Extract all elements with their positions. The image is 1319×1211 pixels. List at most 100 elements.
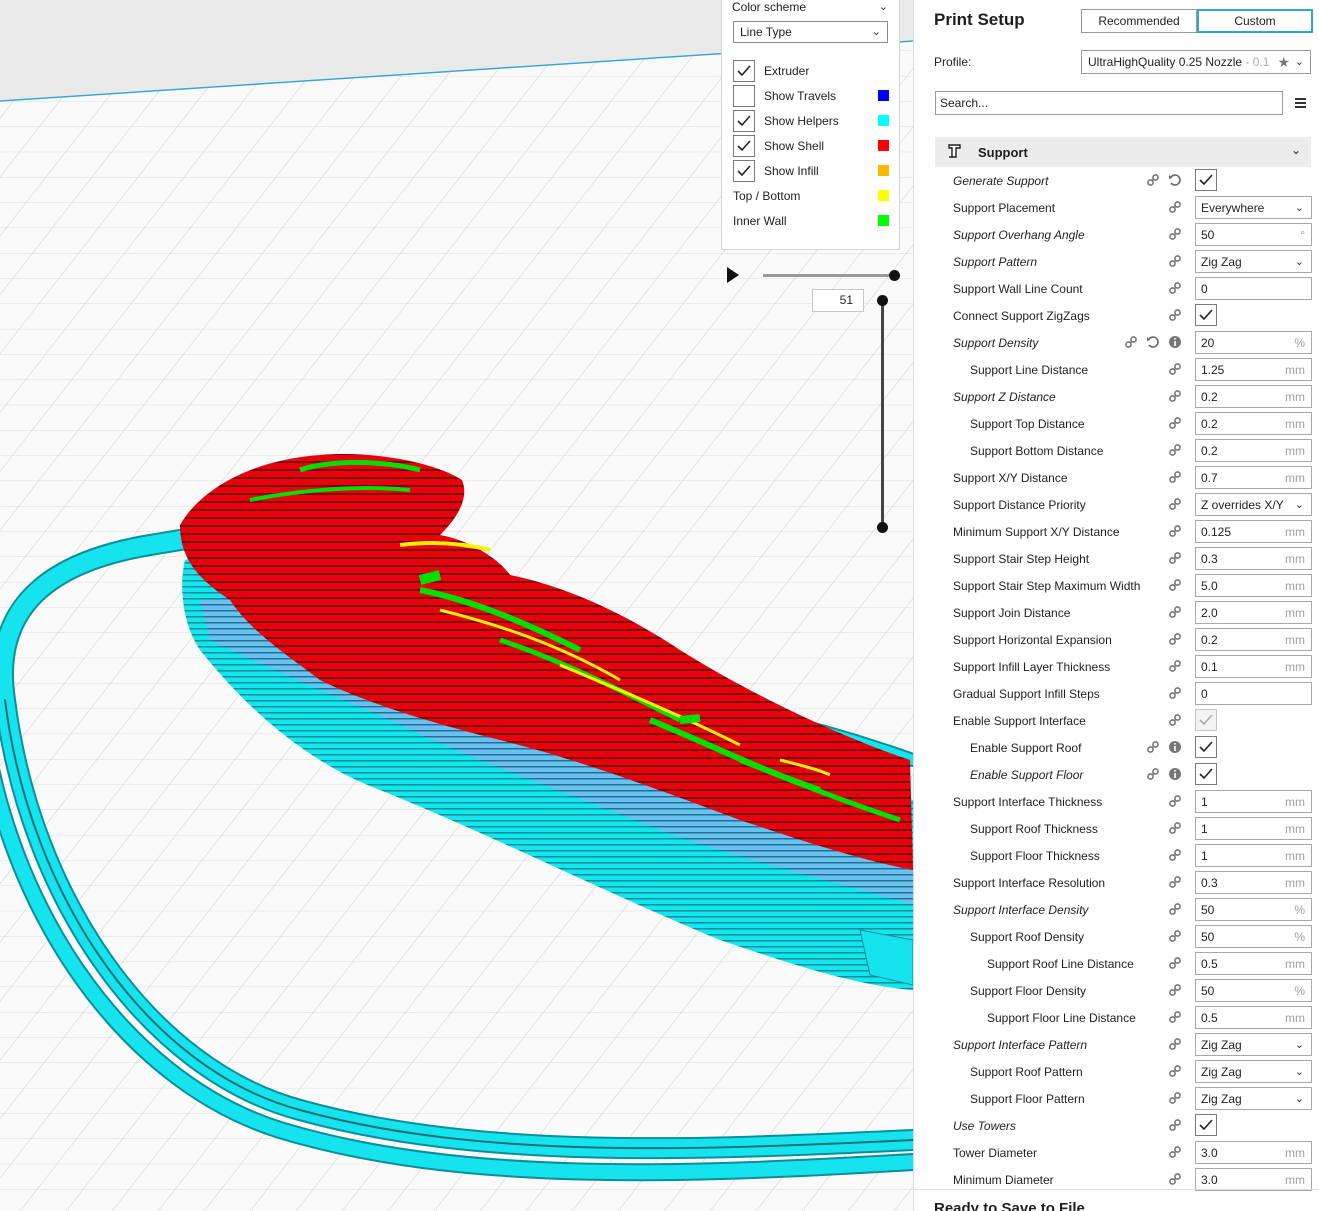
- support-distance-priority-select[interactable]: Z overrides X/Y ⌄: [1195, 493, 1312, 516]
- support-floor-density-input[interactable]: 50%: [1195, 979, 1312, 1002]
- reset-icon[interactable]: [1168, 173, 1182, 187]
- support-roof-line-distance-input[interactable]: 0.5 mm: [1195, 952, 1312, 975]
- support-join-distance-input[interactable]: 2.0 mm: [1195, 601, 1312, 624]
- layer-slider-top-handle[interactable]: [877, 295, 888, 306]
- link-icon[interactable]: [1168, 1118, 1182, 1132]
- minimum-diameter-input[interactable]: 3.0 mm: [1195, 1168, 1312, 1191]
- view-option-extruder[interactable]: Extruder: [733, 60, 889, 82]
- support-stair-step-height-input[interactable]: 0.3 mm: [1195, 547, 1312, 570]
- support-placement-select[interactable]: Everywhere ⌄: [1195, 196, 1312, 219]
- link-icon[interactable]: [1168, 470, 1182, 484]
- link-icon[interactable]: [1168, 1010, 1182, 1024]
- support-wall-line-count-input[interactable]: 0: [1195, 277, 1312, 300]
- line-type-select[interactable]: Line Type ⌄: [733, 21, 888, 43]
- support-floor-pattern-select[interactable]: Zig Zag ⌄: [1195, 1087, 1312, 1110]
- play-simulation-button[interactable]: [727, 267, 739, 283]
- connect-support-zigzags-checkbox[interactable]: [1195, 304, 1217, 326]
- support-roof-thickness-input[interactable]: 1 mm: [1195, 817, 1312, 840]
- settings-search-input[interactable]: [935, 91, 1283, 115]
- link-icon[interactable]: [1168, 875, 1182, 889]
- view-option-checkbox[interactable]: [733, 110, 755, 132]
- link-icon[interactable]: [1168, 416, 1182, 430]
- view-option-checkbox[interactable]: [733, 60, 755, 82]
- support-bottom-distance-input[interactable]: 0.2 mm: [1195, 439, 1312, 462]
- path-slider-handle[interactable]: [889, 270, 900, 281]
- support-interface-density-input[interactable]: 50%: [1195, 898, 1312, 921]
- link-icon[interactable]: [1124, 335, 1138, 349]
- link-icon[interactable]: [1146, 173, 1160, 187]
- link-icon[interactable]: [1168, 713, 1182, 727]
- link-icon[interactable]: [1168, 497, 1182, 511]
- support-horizontal-expansion-input[interactable]: 0.2 mm: [1195, 628, 1312, 651]
- link-icon[interactable]: [1168, 1145, 1182, 1159]
- link-icon[interactable]: [1168, 605, 1182, 619]
- link-icon[interactable]: [1168, 443, 1182, 457]
- support-floor-line-distance-input[interactable]: 0.5 mm: [1195, 1006, 1312, 1029]
- link-icon[interactable]: [1146, 740, 1160, 754]
- link-icon[interactable]: [1168, 821, 1182, 835]
- profile-select[interactable]: UltraHighQuality 0.25 Nozzle - 0.1 ★ ⌄: [1081, 50, 1311, 74]
- layer-number-input[interactable]: 51: [812, 289, 864, 312]
- link-icon[interactable]: [1168, 551, 1182, 565]
- support-overhang-angle-input[interactable]: 50 °: [1195, 223, 1312, 246]
- support-stair-step-maximum-width-input[interactable]: 5.0 mm: [1195, 574, 1312, 597]
- hamburger-menu-icon[interactable]: [1295, 98, 1306, 110]
- tower-diameter-input[interactable]: 3.0 mm: [1195, 1141, 1312, 1164]
- recommended-mode-button[interactable]: Recommended: [1081, 9, 1197, 33]
- support-interface-resolution-input[interactable]: 0.3 mm: [1195, 871, 1312, 894]
- view-option-show-infill[interactable]: Show Infill: [733, 160, 889, 182]
- link-icon[interactable]: [1168, 632, 1182, 646]
- support-category-header[interactable]: Support ⌄: [935, 137, 1311, 167]
- link-icon[interactable]: [1168, 686, 1182, 700]
- link-icon[interactable]: [1168, 929, 1182, 943]
- color-scheme-label[interactable]: Color scheme ⌄: [726, 0, 894, 19]
- support-line-distance-input[interactable]: 1.25 mm: [1195, 358, 1312, 381]
- support-roof-density-input[interactable]: 50%: [1195, 925, 1312, 948]
- use-towers-checkbox[interactable]: [1195, 1114, 1217, 1136]
- link-icon[interactable]: [1168, 389, 1182, 403]
- link-icon[interactable]: [1168, 578, 1182, 592]
- support-infill-layer-thickness-input[interactable]: 0.1 mm: [1195, 655, 1312, 678]
- layer-slider-bottom-handle[interactable]: [877, 522, 888, 533]
- link-icon[interactable]: [1168, 254, 1182, 268]
- layer-slider[interactable]: [877, 295, 888, 533]
- generate-support-checkbox[interactable]: [1195, 169, 1217, 191]
- link-icon[interactable]: [1168, 956, 1182, 970]
- view-option-show-helpers[interactable]: Show Helpers: [733, 110, 889, 132]
- support-roof-pattern-select[interactable]: Zig Zag ⌄: [1195, 1060, 1312, 1083]
- link-icon[interactable]: [1146, 767, 1160, 781]
- info-icon[interactable]: [1168, 335, 1182, 349]
- link-icon[interactable]: [1168, 1091, 1182, 1105]
- link-icon[interactable]: [1168, 1037, 1182, 1051]
- support-z-distance-input[interactable]: 0.2 mm: [1195, 385, 1312, 408]
- link-icon[interactable]: [1168, 794, 1182, 808]
- link-icon[interactable]: [1168, 281, 1182, 295]
- reset-icon[interactable]: [1146, 335, 1160, 349]
- link-icon[interactable]: [1168, 227, 1182, 241]
- support-interface-thickness-input[interactable]: 1 mm: [1195, 790, 1312, 813]
- link-icon[interactable]: [1168, 983, 1182, 997]
- link-icon[interactable]: [1168, 659, 1182, 673]
- view-option-checkbox[interactable]: [733, 135, 755, 157]
- link-icon[interactable]: [1168, 1064, 1182, 1078]
- link-icon[interactable]: [1168, 362, 1182, 376]
- view-option-checkbox[interactable]: [733, 160, 755, 182]
- support-x-y-distance-input[interactable]: 0.7 mm: [1195, 466, 1312, 489]
- enable-support-roof-checkbox[interactable]: [1195, 736, 1217, 758]
- link-icon[interactable]: [1168, 1172, 1182, 1186]
- support-top-distance-input[interactable]: 0.2 mm: [1195, 412, 1312, 435]
- view-option-checkbox[interactable]: [733, 85, 755, 107]
- enable-support-interface-checkbox[interactable]: [1195, 709, 1217, 731]
- gradual-support-infill-steps-input[interactable]: 0: [1195, 682, 1312, 705]
- support-interface-pattern-select[interactable]: Zig Zag ⌄: [1195, 1033, 1312, 1056]
- view-option-show-travels[interactable]: Show Travels: [733, 85, 889, 107]
- link-icon[interactable]: [1168, 200, 1182, 214]
- support-floor-thickness-input[interactable]: 1 mm: [1195, 844, 1312, 867]
- link-icon[interactable]: [1168, 902, 1182, 916]
- link-icon[interactable]: [1168, 848, 1182, 862]
- info-icon[interactable]: [1168, 740, 1182, 754]
- link-icon[interactable]: [1168, 308, 1182, 322]
- custom-mode-button[interactable]: Custom: [1197, 9, 1313, 33]
- minimum-support-x-y-distance-input[interactable]: 0.125 mm: [1195, 520, 1312, 543]
- support-density-input[interactable]: 20%: [1195, 331, 1312, 354]
